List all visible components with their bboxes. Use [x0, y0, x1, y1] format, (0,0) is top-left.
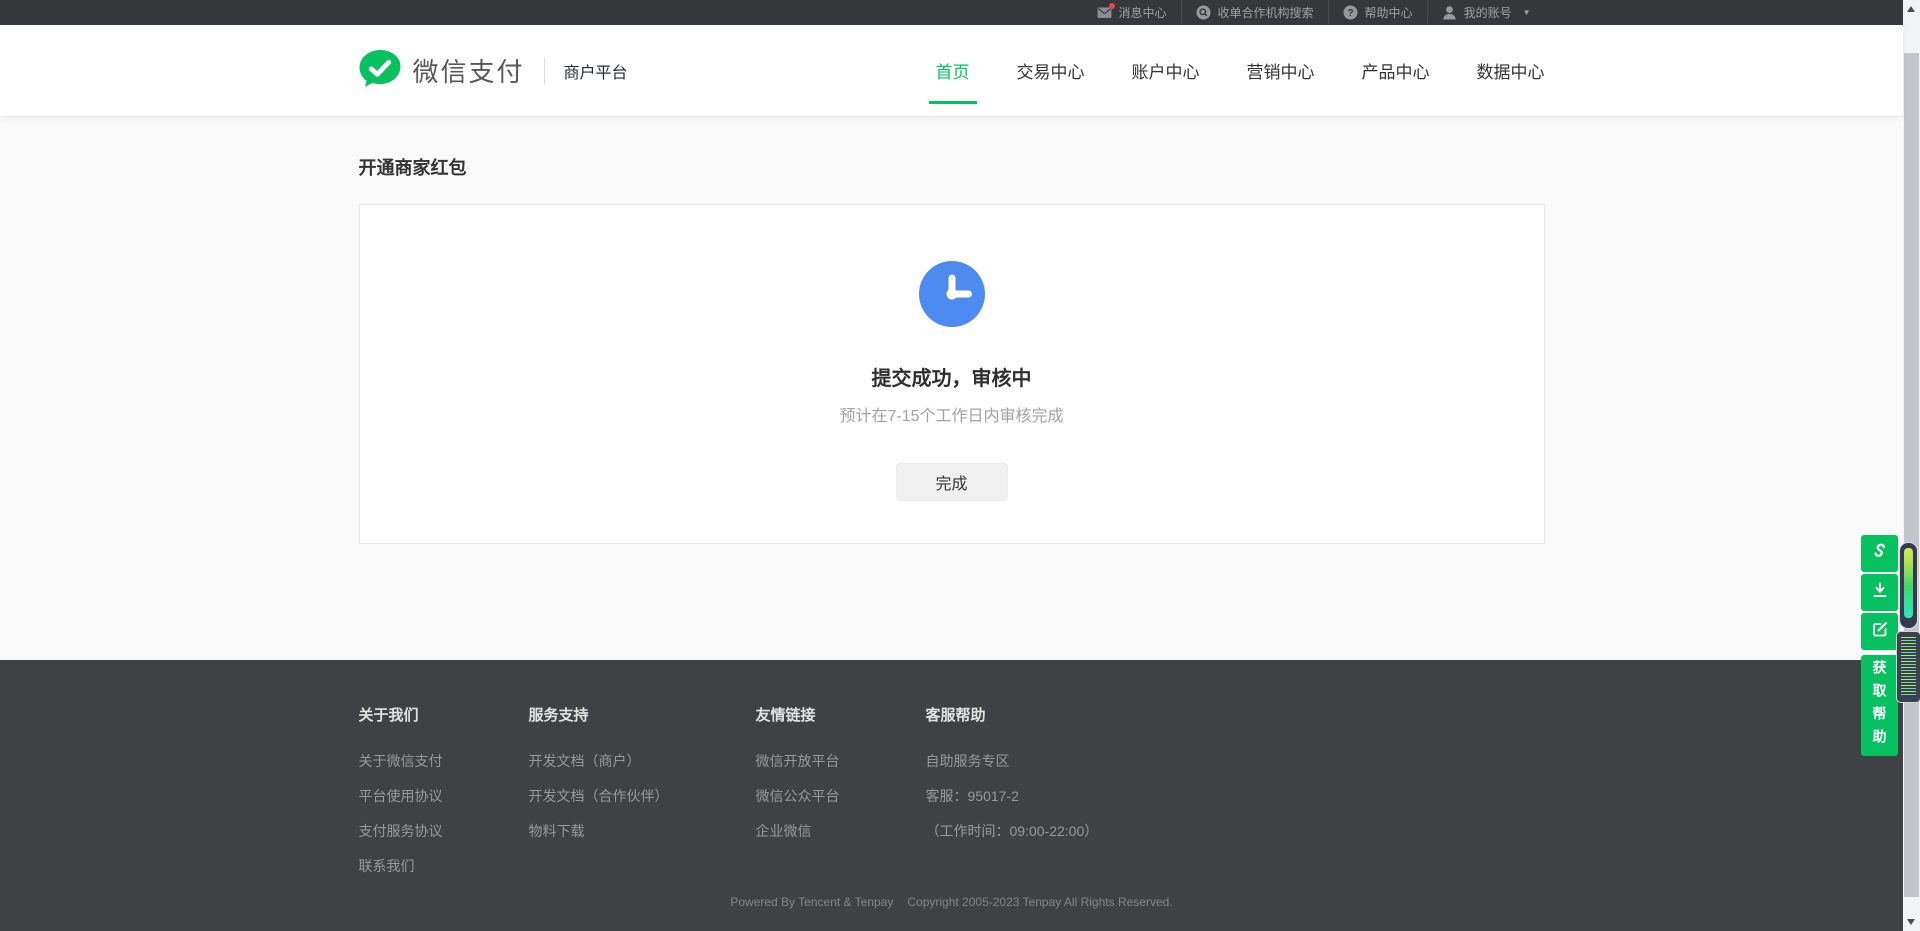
scrollbar-up-arrow-icon[interactable]	[1907, 6, 1915, 12]
nav-item-home[interactable]: 首页	[936, 54, 970, 87]
scrollbar-down-arrow-icon[interactable]	[1907, 919, 1915, 925]
footer-column-customer-help: 客服帮助 自助服务专区 客服：95017-2 （工作时间：09:00-22:00…	[926, 704, 1545, 891]
vertical-scrollbar[interactable]	[1903, 0, 1920, 931]
nav-item-data-center[interactable]: 数据中心	[1477, 54, 1545, 87]
status-card: 提交成功，审核中 预计在7-15个工作日内审核完成 完成	[359, 204, 1545, 544]
header-inner: 微信支付 商户平台 首页 交易中心 账户中心 营销中心 产品中心 数据中心	[359, 25, 1545, 116]
footer-link[interactable]: 物料下载	[529, 821, 756, 841]
download-button[interactable]	[1861, 574, 1898, 611]
top-utility-bar: 消息中心 收单合作机构搜索	[0, 0, 1903, 25]
get-help-button[interactable]: 获取帮助	[1861, 655, 1898, 756]
status-subtitle: 预计在7-15个工作日内审核完成	[360, 402, 1544, 426]
nav-item-transaction-center[interactable]: 交易中心	[1017, 54, 1085, 87]
link-icon	[1870, 541, 1890, 566]
edit-icon	[1870, 619, 1890, 644]
footer-link[interactable]: 支付服务协议	[359, 821, 529, 841]
brand[interactable]: 微信支付 商户平台	[359, 49, 628, 93]
footer-link[interactable]: 关于微信支付	[359, 751, 529, 771]
footer-link[interactable]: 企业微信	[756, 821, 926, 841]
top-utility-bar-inner: 消息中心 收单合作机构搜索	[359, 0, 1545, 25]
striped-meter	[1901, 637, 1916, 697]
user-icon	[1442, 5, 1457, 20]
scrollbar-thumb[interactable]	[1904, 53, 1919, 897]
topbar-item-my-account[interactable]: 我的账号 ▼	[1427, 0, 1545, 25]
footer-column-title: 客服帮助	[926, 704, 1545, 725]
footer-link[interactable]: 联系我们	[359, 856, 529, 876]
footer-column-title: 关于我们	[359, 704, 529, 725]
footer-service-hours: （工作时间：09:00-22:00）	[926, 821, 1545, 841]
svg-text:?: ?	[1347, 8, 1353, 19]
get-help-label: 获取帮助	[1870, 660, 1890, 752]
nav-item-account-center[interactable]: 账户中心	[1132, 54, 1200, 87]
footer-link[interactable]: 开发文档（商户）	[529, 751, 756, 771]
topbar-item-label: 收单合作机构搜索	[1218, 4, 1314, 21]
nav-item-marketing-center[interactable]: 营销中心	[1247, 54, 1315, 87]
wechat-pay-logo-icon	[359, 49, 401, 93]
topbar-item-help-center[interactable]: ? 帮助中心	[1328, 0, 1427, 25]
footer-column-about: 关于我们 关于微信支付 平台使用协议 支付服务协议 联系我们	[359, 704, 529, 891]
topbar-item-acquirer-search[interactable]: 收单合作机构搜索	[1181, 0, 1328, 25]
footer-column-title: 友情链接	[756, 704, 926, 725]
download-icon	[1870, 580, 1890, 605]
footer-column-title: 服务支持	[529, 704, 756, 725]
footer-link[interactable]: 平台使用协议	[359, 786, 529, 806]
gradient-meter-bar	[1904, 548, 1913, 618]
copyright-powered-by: Powered By Tencent & Tenpay	[730, 895, 893, 909]
footer-column-friend-links: 友情链接 微信开放平台 微信公众平台 企业微信	[756, 704, 926, 891]
topbar-item-label: 帮助中心	[1365, 4, 1413, 21]
footer-service-phone: 客服：95017-2	[926, 786, 1545, 806]
footer-column-service-support: 服务支持 开发文档（商户） 开发文档（合作伙伴） 物料下载	[529, 704, 756, 891]
done-button[interactable]: 完成	[896, 463, 1008, 501]
footer: 关于我们 关于微信支付 平台使用协议 支付服务协议 联系我们 服务支持 开发文档…	[0, 660, 1903, 931]
hotline-button[interactable]	[1861, 535, 1898, 572]
mail-icon	[1097, 5, 1112, 20]
footer-link[interactable]: 自助服务专区	[926, 751, 1545, 771]
nav-item-product-center[interactable]: 产品中心	[1362, 54, 1430, 87]
footer-link[interactable]: 微信开放平台	[756, 751, 926, 771]
copyright-rights: Copyright 2005-2023 Tenpay All Rights Re…	[907, 895, 1172, 909]
topbar-item-messages[interactable]: 消息中心	[1083, 0, 1181, 25]
topbar-item-label: 我的账号	[1464, 4, 1512, 21]
main-nav: 首页 交易中心 账户中心 营销中心 产品中心 数据中心	[936, 54, 1545, 87]
brand-name: 微信支付	[413, 52, 525, 89]
footer-columns: 关于我们 关于微信支付 平台使用协议 支付服务协议 联系我们 服务支持 开发文档…	[359, 704, 1545, 891]
copyright: Powered By Tencent & Tenpay Copyright 20…	[0, 895, 1903, 909]
clock-icon	[919, 261, 985, 332]
page: 消息中心 收单合作机构搜索	[0, 0, 1903, 931]
help-icon: ?	[1343, 5, 1358, 20]
status-title: 提交成功，审核中	[360, 362, 1544, 391]
footer-link[interactable]: 微信公众平台	[756, 786, 926, 806]
footer-link[interactable]: 开发文档（合作伙伴）	[529, 786, 756, 806]
topbar-item-label: 消息中心	[1119, 4, 1167, 21]
chevron-down-icon: ▼	[1523, 8, 1531, 17]
brand-subtitle: 商户平台	[564, 59, 628, 83]
feedback-button[interactable]	[1861, 613, 1898, 650]
scrollbar-gradient-widget	[1900, 543, 1917, 628]
header: 微信支付 商户平台 首页 交易中心 账户中心 营销中心 产品中心 数据中心	[0, 25, 1903, 117]
scrollbar-striped-widget	[1897, 632, 1920, 702]
brand-divider	[544, 58, 545, 84]
page-title: 开通商家红包	[359, 154, 1545, 180]
notification-badge-dot	[1109, 3, 1115, 9]
main-content: 开通商家红包 提交成功，审核中 预计在7-15个工作日内审核完成 完成	[0, 117, 1903, 544]
search-icon	[1196, 5, 1211, 20]
screen: 消息中心 收单合作机构搜索	[0, 0, 1920, 931]
